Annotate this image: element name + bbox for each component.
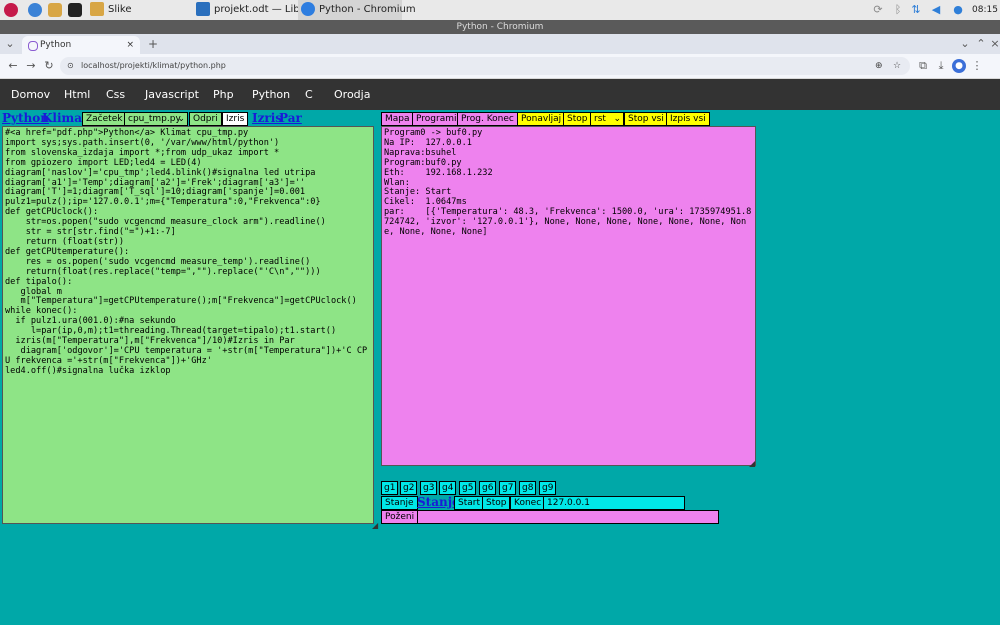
back-icon[interactable]: ←: [6, 59, 20, 73]
folder-icon: [90, 2, 104, 16]
g9-button[interactable]: g9: [539, 481, 557, 495]
output-text: Program0 -> buf0.py Na IP: 127.0.0.1 Nap…: [384, 128, 752, 238]
forward-icon[interactable]: →: [24, 59, 38, 73]
nav-item-html[interactable]: Html: [64, 79, 90, 110]
minimize-icon[interactable]: ⌄: [958, 37, 972, 51]
file-select[interactable]: cpu_tmp.py ⌄: [124, 112, 188, 126]
stop-button[interactable]: Stop: [563, 112, 592, 126]
tab-search-icon[interactable]: ⌄: [3, 37, 17, 51]
window-title: Python - Chromium: [0, 20, 1000, 34]
address-bar[interactable]: ⊙ localhost/projekti/klimat/python.php ⊕…: [60, 57, 910, 75]
close-icon[interactable]: ×: [126, 36, 134, 54]
g8-button[interactable]: g8: [519, 481, 537, 495]
url-text: localhost/projekti/klimat/python.php: [81, 61, 226, 70]
prog-konec-button[interactable]: Prog. Konec: [457, 112, 518, 126]
rst-select[interactable]: rst ⌄: [590, 112, 624, 126]
volume-icon[interactable]: ◀: [930, 3, 942, 17]
network-arrows-icon[interactable]: ⇅: [910, 3, 922, 17]
raspberry-menu-icon[interactable]: [4, 3, 18, 17]
downloads-icon[interactable]: ⤓: [934, 59, 948, 73]
reload-icon[interactable]: ↻: [42, 59, 56, 73]
zoom-icon[interactable]: ⊕: [875, 57, 883, 75]
resize-handle-icon[interactable]: ◢: [749, 459, 755, 468]
nav-item-php[interactable]: Php: [213, 79, 234, 110]
g5-button[interactable]: g5: [459, 481, 477, 495]
izris-link[interactable]: Izris: [252, 111, 282, 125]
browser-toolbar: ← → ↻ ⊙ localhost/projekti/klimat/python…: [0, 54, 1000, 79]
os-taskbar: Slike projekt.odt — LibreOf... Python - …: [0, 0, 1000, 21]
nav-item-orodja[interactable]: Orodja: [334, 79, 370, 110]
bookmark-star-icon[interactable]: ☆: [893, 57, 901, 75]
mapa-button[interactable]: Mapa: [381, 112, 414, 126]
g1-button[interactable]: g1: [381, 481, 399, 495]
g7-button[interactable]: g7: [499, 481, 517, 495]
chevron-down-icon: ⌄: [177, 114, 185, 124]
g2-button[interactable]: g2: [400, 481, 418, 495]
microphone-icon[interactable]: ●: [952, 3, 964, 17]
sync-icon[interactable]: ⟳: [872, 3, 884, 17]
profile-avatar[interactable]: ●: [952, 59, 966, 73]
taskbar-app-slike[interactable]: Slike: [90, 0, 132, 20]
odpri-button[interactable]: Odpri: [189, 112, 222, 126]
g3-button[interactable]: g3: [420, 481, 438, 495]
site-nav-menu: Domov Html Css Javascript Php Python C O…: [0, 79, 1000, 110]
site-info-icon[interactable]: ⊙: [67, 57, 74, 75]
izpis-vsi-button[interactable]: Izpis vsi: [666, 112, 710, 126]
nav-item-javascript[interactable]: Javascript: [145, 79, 199, 110]
chevron-down-icon: ⌄: [613, 114, 621, 124]
g6-button[interactable]: g6: [479, 481, 497, 495]
taskbar-app-chromium[interactable]: Python - Chromium: [298, 0, 416, 20]
code-editor[interactable]: #<a href="pdf.php">Python</a> Klimat cpu…: [2, 126, 374, 524]
clock: 08:15: [972, 5, 998, 15]
ponavljaj-button[interactable]: Ponavljaj: [517, 112, 566, 126]
nav-item-c[interactable]: C: [305, 79, 313, 110]
konec-button[interactable]: Konec: [510, 496, 546, 510]
maximize-icon[interactable]: ⌃: [974, 37, 988, 51]
page-title-klimat: Klimat: [42, 111, 88, 125]
nav-item-css[interactable]: Css: [106, 79, 125, 110]
ip-input[interactable]: 127.0.0.1: [543, 496, 685, 510]
writer-document-icon: [196, 2, 210, 16]
code-text: #<a href="pdf.php">Python</a> Klimat cpu…: [5, 128, 368, 376]
izris-button[interactable]: Izris: [222, 112, 249, 126]
kebab-menu-icon[interactable]: ⋮: [970, 59, 984, 73]
zacetek-button[interactable]: Začetek: [82, 112, 127, 126]
globe-browser-icon[interactable]: [28, 3, 42, 17]
chromium-icon: [301, 2, 315, 16]
resize-handle-icon[interactable]: ◢: [372, 521, 378, 530]
folder-icon[interactable]: [48, 3, 62, 17]
start-button[interactable]: Start: [454, 496, 484, 510]
command-input[interactable]: [417, 510, 719, 524]
favicon-icon: [28, 41, 38, 51]
g4-button[interactable]: g4: [439, 481, 457, 495]
output-pane[interactable]: Program0 -> buf0.py Na IP: 127.0.0.1 Nap…: [381, 126, 756, 466]
stop-button-status[interactable]: Stop: [482, 496, 511, 510]
nav-item-domov[interactable]: Domov: [11, 79, 50, 110]
stop-vsi-button[interactable]: Stop vsi: [624, 112, 668, 126]
tab-python[interactable]: Python ×: [22, 36, 140, 54]
bluetooth-icon[interactable]: ᛒ: [892, 3, 904, 17]
terminal-icon[interactable]: [68, 3, 82, 17]
browser-tab-strip: ⌄ Python × + ⌄ ⌃ ×: [0, 34, 1000, 54]
new-tab-button[interactable]: +: [146, 37, 160, 51]
par-link[interactable]: Par: [279, 111, 302, 125]
stanje-button[interactable]: Stanje: [381, 496, 418, 510]
nav-item-python[interactable]: Python: [252, 79, 290, 110]
extensions-icon[interactable]: ⧉: [916, 59, 930, 73]
close-window-icon[interactable]: ×: [988, 37, 1000, 51]
programi-button[interactable]: Programi: [412, 112, 461, 126]
pozeni-button[interactable]: Poženi: [381, 510, 419, 524]
